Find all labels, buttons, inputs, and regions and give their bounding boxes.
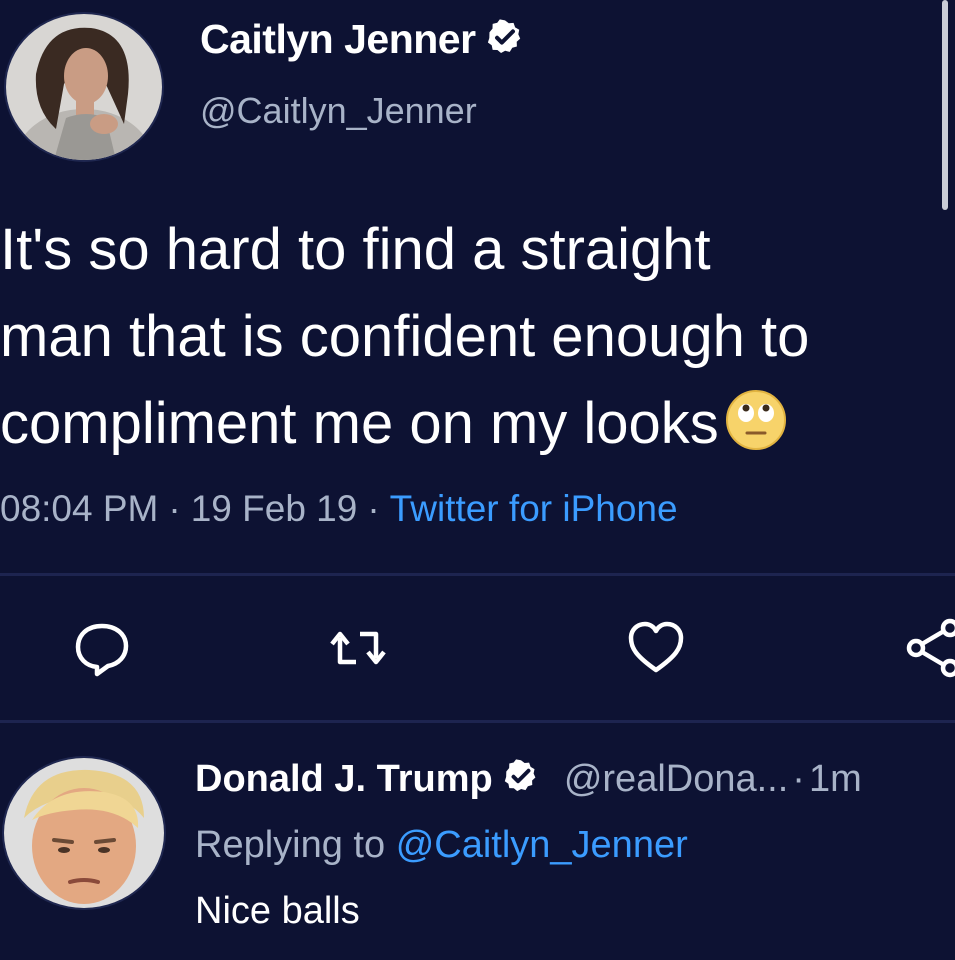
reply-author-name[interactable]: Donald J. Trump <box>195 758 493 800</box>
verified-badge-icon <box>486 18 524 66</box>
retweet-icon <box>330 631 386 665</box>
tweet-text-line: It's so hard to find a straight <box>0 217 711 282</box>
author-name[interactable]: Caitlyn Jenner <box>200 16 476 62</box>
reply-author-handle[interactable]: @realDona... <box>564 758 788 800</box>
divider <box>0 720 955 723</box>
reply-author-row[interactable]: Donald J. Trump @realDona... · 1m <box>195 758 862 804</box>
tweet-meta: 08:04 PM · 19 Feb 19 · Twitter for iPhone <box>0 488 678 530</box>
reply-time: 1m <box>808 758 862 801</box>
replying-prefix: Replying to <box>195 824 386 866</box>
tweet-text-line: man that is confident enough to <box>0 304 810 369</box>
like-icon <box>628 621 684 673</box>
like-button[interactable] <box>624 616 688 680</box>
share-icon <box>906 618 955 678</box>
reply-icon <box>75 623 129 677</box>
author-avatar[interactable] <box>4 12 164 162</box>
tweet-text-line: compliment me on my looks <box>0 380 955 467</box>
divider <box>0 573 955 576</box>
avatar-image <box>6 14 162 160</box>
avatar-image <box>4 758 164 908</box>
author-name-row[interactable]: Caitlyn Jenner <box>200 16 524 66</box>
reply-separator: · <box>792 758 805 801</box>
author-handle[interactable]: @Caitlyn_Jenner <box>200 90 477 132</box>
tweet-source-link[interactable]: Twitter for iPhone <box>390 488 678 529</box>
replying-mention-link[interactable]: @Caitlyn_Jenner <box>396 824 688 866</box>
reply-button[interactable] <box>70 616 134 680</box>
replying-to: Replying to @Caitlyn_Jenner <box>195 824 688 867</box>
retweet-button[interactable] <box>326 616 390 680</box>
verified-badge-icon <box>503 758 539 804</box>
meta-separator: · <box>168 488 181 529</box>
share-button[interactable] <box>904 616 955 680</box>
tweet-time: 08:04 PM <box>0 488 159 529</box>
meta-separator: · <box>367 488 380 529</box>
reply-author-avatar[interactable] <box>2 756 166 910</box>
rolling-eyes-emoji-icon <box>725 388 787 475</box>
tweet-text: It's so hard to find a straight man that… <box>0 206 955 467</box>
scrollbar[interactable] <box>942 0 948 210</box>
reply-text: Nice balls <box>195 890 360 932</box>
tweet-text-line-content: compliment me on my looks <box>0 391 719 456</box>
tweet-date: 19 Feb 19 <box>190 488 358 529</box>
